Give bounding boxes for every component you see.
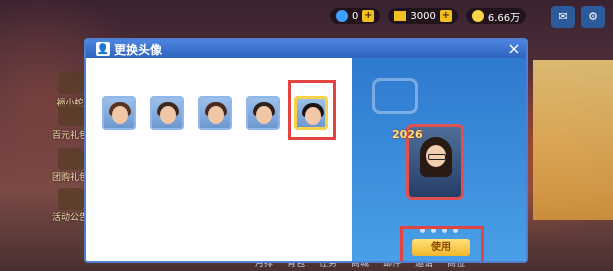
sidebar-item-snake-icon[interactable] xyxy=(58,72,84,94)
close-icon[interactable]: × xyxy=(506,40,522,58)
sidebar-item-notice-icon[interactable] xyxy=(58,188,84,210)
preview-glasses xyxy=(428,154,446,160)
avatar-preview-pane: 2026 使用 xyxy=(352,58,526,261)
diamond-icon xyxy=(336,10,348,22)
change-avatar-dialog: 👤 更换头像 × 2026 使用 xyxy=(84,38,528,263)
add-gold-button[interactable]: + xyxy=(439,10,452,22)
avatar-list xyxy=(86,58,352,261)
dialog-titlebar: 👤 更换头像 × xyxy=(86,40,526,58)
avatar-icon: 👤 xyxy=(96,42,110,56)
avatar-option-3[interactable] xyxy=(198,96,232,130)
sidebar-item-group-icon[interactable] xyxy=(58,148,84,170)
top-currency-bar: 0 + 3000 + 6.66万 xyxy=(330,6,527,26)
diamond-value: 0 xyxy=(352,10,359,22)
add-diamond-button[interactable]: + xyxy=(362,10,375,22)
balance-icon xyxy=(471,10,484,22)
gold-icon xyxy=(394,11,407,21)
dialog-title: 更换头像 xyxy=(114,42,163,57)
selection-highlight-frame xyxy=(288,80,336,140)
gold-value: 3000 xyxy=(410,10,436,22)
avatar-option-1[interactable] xyxy=(102,96,136,130)
avatar-option-2[interactable] xyxy=(150,96,184,130)
sidebar-item-label: 百元礼包 xyxy=(52,131,89,141)
mail-icon[interactable]: ✉ xyxy=(551,6,575,28)
balance-value: 6.66万 xyxy=(487,12,521,24)
avatar-face xyxy=(256,106,272,124)
right-decoration xyxy=(533,60,613,220)
diamond-counter: 0 + xyxy=(330,8,381,24)
sidebar-item-label: 团购礼包 xyxy=(52,173,89,183)
use-button-highlight-frame xyxy=(400,226,484,261)
sidebar-item-gift-icon[interactable] xyxy=(58,104,84,126)
avatar-face xyxy=(208,106,224,124)
sidebar-item-label: 活动公告 xyxy=(52,213,89,223)
gold-counter: 3000 + xyxy=(388,8,458,24)
preview-year-label: 2026 xyxy=(392,128,423,141)
watermark-logo-icon xyxy=(372,78,418,114)
avatar-option-4[interactable] xyxy=(246,96,280,130)
gear-icon[interactable]: ⚙ xyxy=(581,6,605,28)
balance-counter: 6.66万 xyxy=(465,8,527,24)
avatar-face xyxy=(160,106,176,124)
avatar-face xyxy=(112,106,128,124)
